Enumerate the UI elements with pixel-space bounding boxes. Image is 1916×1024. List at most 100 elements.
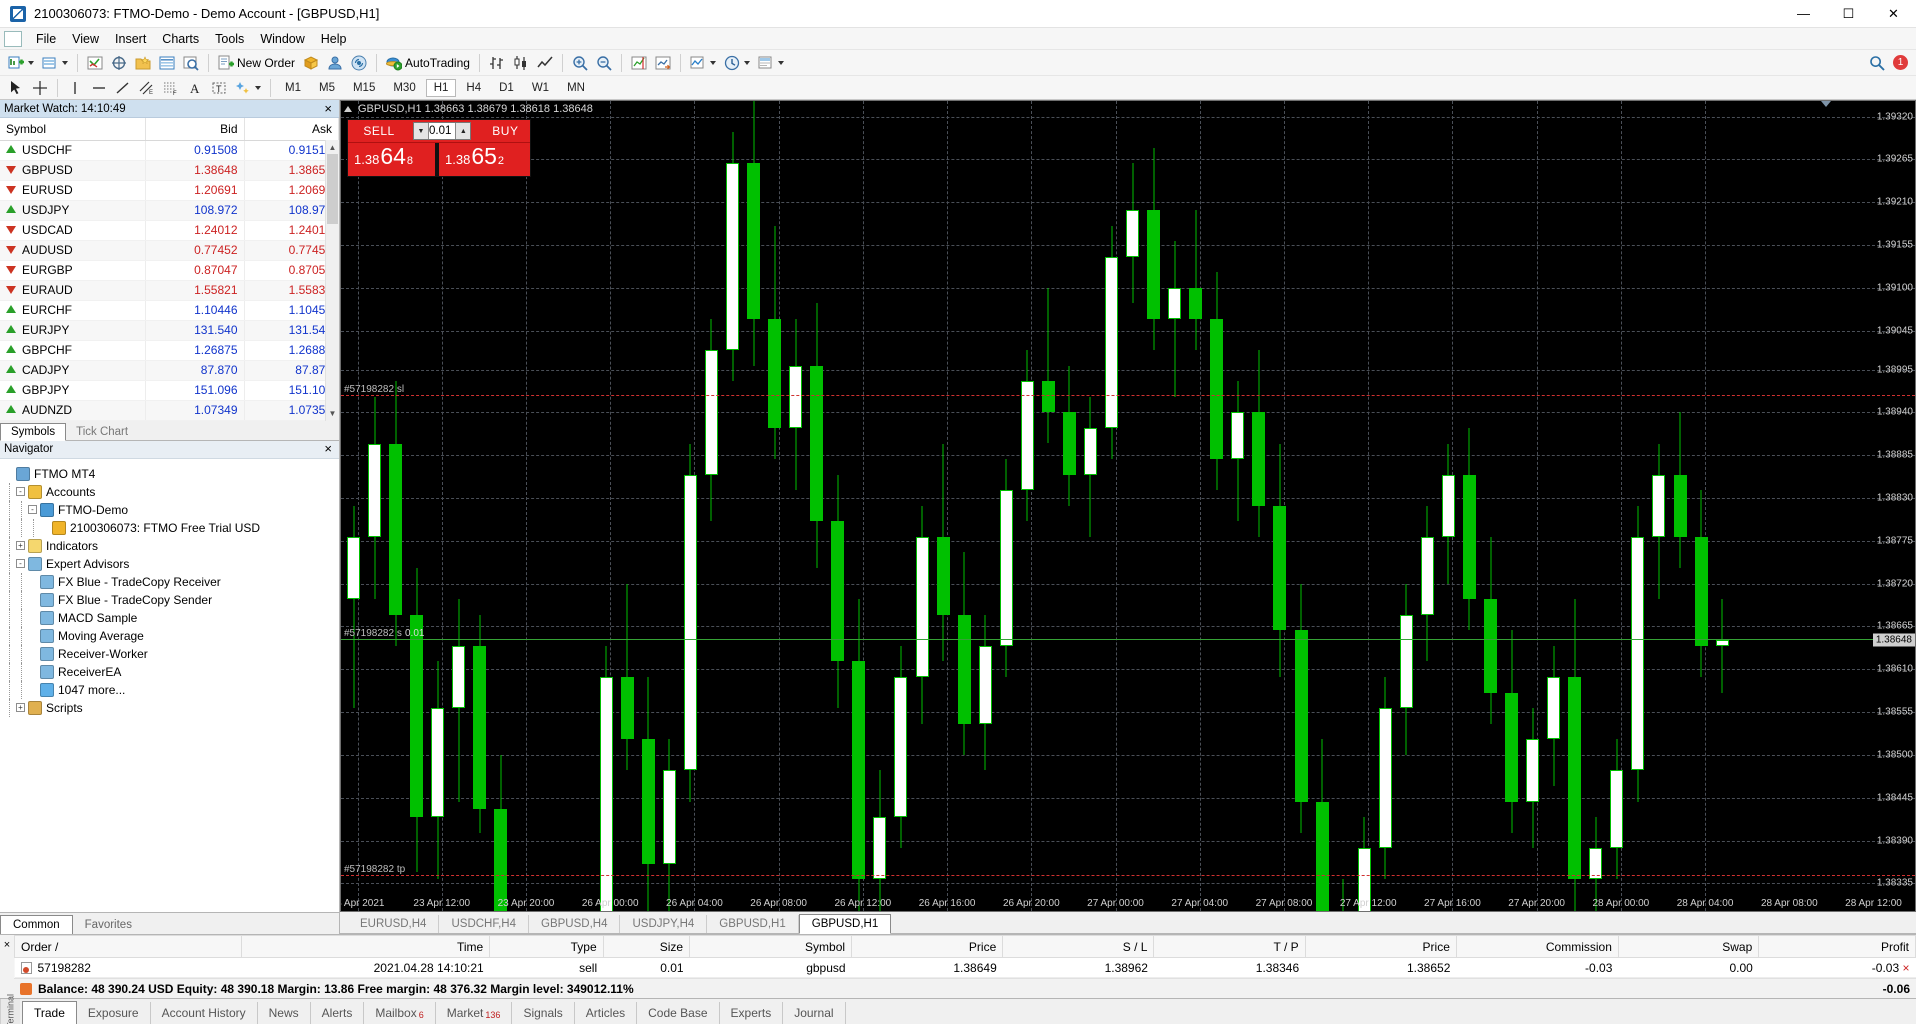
app-menu-icon[interactable] xyxy=(4,30,22,47)
bar-chart-button[interactable] xyxy=(486,52,508,74)
terminal-tab-alerts[interactable]: Alerts xyxy=(311,1002,365,1024)
market-watch-row[interactable]: USDCHF 0.91508 0.91512 xyxy=(0,140,339,161)
chart-tab[interactable]: USDJPY,H4 xyxy=(620,915,708,933)
autotrading-button[interactable]: AutoTrading xyxy=(383,52,473,74)
order-line-open[interactable]: #57198282 s 0.01 xyxy=(341,628,1915,640)
market-watch-row[interactable]: EURUSD 1.20691 1.20693 xyxy=(0,180,339,201)
price-axis[interactable]: 1.39320 1.39265 1.39210 1.39155 1.39100 1.390… xyxy=(1867,101,1915,911)
navigator-tree-item[interactable]: FX Blue - TradeCopy Sender xyxy=(4,590,339,609)
text-tool-button[interactable]: A xyxy=(184,77,206,99)
scroll-up-icon[interactable]: ▲ xyxy=(326,140,339,154)
zoom-out-button[interactable] xyxy=(593,52,615,74)
volume-increase-icon[interactable]: ▲ xyxy=(455,123,471,139)
order-line-takeprofit[interactable]: #57198282 tp xyxy=(341,864,1915,876)
scrollbar-thumb[interactable] xyxy=(327,154,338,224)
market-watch-button[interactable] xyxy=(84,52,106,74)
market-watch-row[interactable]: GBPJPY 151.096 151.100 xyxy=(0,380,339,401)
close-button[interactable]: ✕ xyxy=(1871,0,1916,28)
tree-toggle-icon[interactable]: + xyxy=(16,541,25,550)
tree-toggle-icon[interactable]: - xyxy=(16,559,25,568)
navigator-button[interactable] xyxy=(132,52,154,74)
chart-collapse-icon[interactable] xyxy=(344,106,352,112)
candlestick-chart-button[interactable] xyxy=(510,52,532,74)
auto-scroll-button[interactable] xyxy=(652,52,674,74)
mw-col-ask[interactable]: Ask xyxy=(244,118,339,141)
terminal-tab-articles[interactable]: Articles xyxy=(575,1002,638,1024)
terminal-button[interactable] xyxy=(156,52,178,74)
market-watch-row[interactable]: EURGBP 0.87047 0.87051 xyxy=(0,260,339,281)
terminal-col-time[interactable]: Time xyxy=(240,935,491,958)
market-watch-row[interactable]: AUDUSD 0.77452 0.77455 xyxy=(0,240,339,261)
terminal-col-price[interactable]: Price xyxy=(851,935,1004,958)
terminal-tab-exposure[interactable]: Exposure xyxy=(77,1002,151,1024)
templates-button[interactable] xyxy=(755,52,787,74)
chart-tab[interactable]: USDCHF,H4 xyxy=(439,915,530,933)
tab-symbols[interactable]: Symbols xyxy=(0,422,67,441)
timeframe-m5[interactable]: M5 xyxy=(311,79,343,97)
timeframe-m15[interactable]: M15 xyxy=(345,79,383,97)
timeframe-d1[interactable]: D1 xyxy=(491,79,522,97)
market-watch-scrollbar[interactable]: ▲ ▼ xyxy=(325,140,339,421)
terminal-tab-market[interactable]: Market 136 xyxy=(436,1002,513,1024)
notification-badge[interactable]: 1 xyxy=(1893,55,1908,70)
terminal-col-swap[interactable]: Swap xyxy=(1617,935,1760,958)
navigator-tree-item[interactable]: 2100306073: FTMO Free Trial USD xyxy=(4,518,339,537)
chevron-down-icon[interactable] xyxy=(709,60,716,65)
trendline-tool-button[interactable] xyxy=(112,77,134,99)
data-window-button[interactable] xyxy=(108,52,130,74)
zoom-in-button[interactable] xyxy=(569,52,591,74)
navigator-tree-item[interactable]: Moving Average xyxy=(4,626,339,645)
buy-price-display[interactable]: 1.38 65 2 xyxy=(439,143,530,176)
shapes-tool-button[interactable] xyxy=(232,77,264,99)
tree-toggle-icon[interactable]: - xyxy=(28,505,37,514)
terminal-close-icon[interactable]: × xyxy=(0,935,14,998)
sell-button[interactable]: SELL xyxy=(348,120,410,142)
terminal-tab-news[interactable]: News xyxy=(258,1002,311,1024)
terminal-col-symbol[interactable]: Symbol xyxy=(689,935,853,958)
volume-value[interactable]: 0.01 xyxy=(429,123,456,139)
navigator-tree-item[interactable]: - Accounts xyxy=(4,482,339,501)
mw-col-bid[interactable]: Bid xyxy=(145,118,245,141)
menu-item-window[interactable]: Window xyxy=(252,30,312,48)
terminal-tab-mailbox[interactable]: Mailbox 6 xyxy=(364,1002,436,1024)
timeframe-h1[interactable]: H1 xyxy=(425,78,457,97)
volume-stepper[interactable]: ▼ 0.01 ▲ xyxy=(413,122,472,140)
navigator-tree-item[interactable]: FTMO MT4 xyxy=(4,465,339,483)
sell-price-display[interactable]: 1.38 64 8 xyxy=(348,143,439,176)
period-button[interactable] xyxy=(721,52,753,74)
terminal-tab-trade[interactable]: Trade xyxy=(22,1001,77,1024)
chart-tab[interactable]: GBPUSD,H1 xyxy=(798,914,892,934)
chart-tab[interactable]: EURUSD,H4 xyxy=(348,915,440,933)
timeframe-w1[interactable]: W1 xyxy=(524,79,557,97)
search-icon[interactable] xyxy=(1869,55,1885,71)
equidistant-channel-tool-button[interactable]: E xyxy=(136,77,158,99)
time-axis[interactable]: 23 Apr 2021 23 Apr 12:00 23 Apr 20:00 26 Ap… xyxy=(341,897,1915,911)
metaquotes-id-button[interactable] xyxy=(300,52,322,74)
one-click-trading-panel[interactable]: SELL ▼ 0.01 ▲ BUY 1.38 64 8 1.38 65 2 xyxy=(347,119,531,177)
trade-row[interactable]: 57198282 2021.04.28 14:10:21 sell 0.01 gbpus… xyxy=(14,957,1916,978)
navigator-tree-item[interactable]: 1047 more... xyxy=(4,680,339,699)
horizontal-line-tool-button[interactable] xyxy=(88,77,110,99)
market-watch-row[interactable]: USDCAD 1.24012 1.24019 xyxy=(0,220,339,241)
tree-toggle-icon[interactable]: + xyxy=(16,703,25,712)
terminal-col-s-l[interactable]: S / L xyxy=(1002,935,1155,958)
new-chart-button[interactable] xyxy=(5,52,37,74)
maximize-button[interactable]: ☐ xyxy=(1826,0,1871,28)
market-watch-row[interactable]: AUDNZD 1.07349 1.07354 xyxy=(0,400,339,421)
menu-item-insert[interactable]: Insert xyxy=(107,30,154,48)
market-watch-row[interactable]: EURAUD 1.55821 1.55831 xyxy=(0,280,339,301)
market-watch-row[interactable]: USDJPY 108.972 108.975 xyxy=(0,200,339,221)
chevron-down-icon[interactable] xyxy=(62,60,68,65)
terminal-col-commission[interactable]: Commission xyxy=(1455,935,1619,958)
text-label-tool-button[interactable]: T xyxy=(208,77,230,99)
terminal-tab-journal[interactable]: Journal xyxy=(783,1002,846,1024)
chart-tab[interactable]: GBPUSD,H1 xyxy=(707,915,799,933)
terminal-tab-code-base[interactable]: Code Base xyxy=(637,1002,720,1024)
close-trade-icon[interactable]: × xyxy=(1902,961,1909,975)
menu-item-help[interactable]: Help xyxy=(313,30,355,48)
order-line-stoploss[interactable]: #57198282 sl xyxy=(341,384,1915,397)
navigator-tree-item[interactable]: + Scripts xyxy=(4,698,339,717)
chevron-down-icon[interactable] xyxy=(28,60,34,65)
navigator-tree-item[interactable]: Receiver-Worker xyxy=(4,644,339,663)
timeframe-mn[interactable]: MN xyxy=(559,79,593,97)
